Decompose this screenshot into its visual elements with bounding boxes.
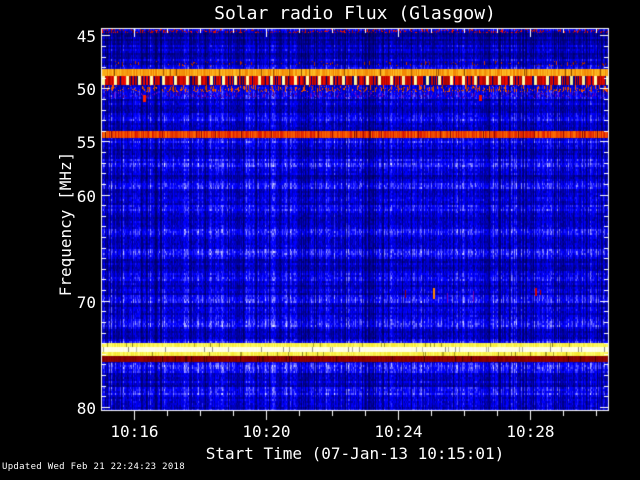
- x-tick-label: 10:28: [506, 422, 555, 441]
- x-tick-label: 10:20: [242, 422, 291, 441]
- y-tick-label: 45: [76, 27, 96, 47]
- solar-radio-flux-plot: Solar radio Flux (Glasgow) Frequency [MH…: [0, 0, 640, 480]
- y-tick-label: 60: [76, 186, 96, 206]
- updated-timestamp: Updated Wed Feb 21 22:24:23 2018: [2, 462, 185, 472]
- y-tick-label: 70: [76, 292, 96, 312]
- y-tick-label: 50: [76, 80, 96, 100]
- y-tick-label: 55: [76, 133, 96, 153]
- y-tick-label: 80: [76, 398, 96, 418]
- x-axis-label: Start Time (07-Jan-13 10:15:01): [205, 444, 505, 463]
- spectrogram-canvas: [0, 0, 640, 480]
- chart-title: Solar radio Flux (Glasgow): [214, 3, 496, 24]
- x-tick-label: 10:24: [374, 422, 423, 441]
- x-tick-label: 10:16: [110, 422, 159, 441]
